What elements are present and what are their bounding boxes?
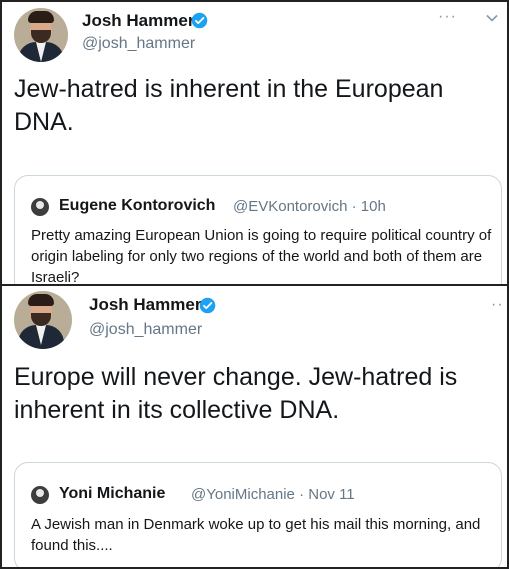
quoted-meta: @YoniMichanie · Nov 11 — [191, 486, 355, 503]
author-name[interactable]: Josh Hammer — [89, 295, 201, 315]
quoted-text: A Jewish man in Denmark woke up to get h… — [31, 516, 481, 554]
tweet-screenshot-2: Josh Hammer @josh_hammer ·· Europe will … — [0, 284, 509, 569]
quoted-tweet[interactable]: Eugene Kontorovich @EVKontorovich · 10h … — [14, 175, 502, 284]
author-handle[interactable]: @josh_hammer — [82, 35, 195, 53]
avatar[interactable] — [14, 8, 68, 62]
quoted-avatar — [31, 198, 49, 216]
quoted-author-name: Eugene Kontorovich — [59, 197, 216, 214]
quoted-avatar — [31, 486, 49, 504]
quoted-author-name: Yoni Michanie — [59, 485, 166, 502]
verified-badge-icon — [191, 12, 208, 29]
verified-badge-icon — [199, 297, 216, 314]
tweet-text: Jew-hatred is inherent in the European D… — [14, 75, 444, 136]
tweet-text: Europe will never change. Jew-hatred is … — [14, 363, 458, 424]
avatar[interactable] — [14, 291, 72, 349]
author-handle[interactable]: @josh_hammer — [89, 321, 202, 339]
more-options-icon[interactable]: ··· — [438, 8, 457, 26]
quoted-tweet[interactable]: Yoni Michanie @YoniMichanie · Nov 11 A J… — [14, 462, 502, 567]
quoted-text: Pretty amazing European Union is going t… — [31, 227, 492, 284]
quoted-meta: @EVKontorovich · 10h — [233, 198, 386, 215]
tweet-screenshot-1: Josh Hammer @josh_hammer ··· Jew-hatred … — [0, 0, 509, 284]
chevron-down-icon[interactable] — [485, 11, 499, 25]
author-name[interactable]: Josh Hammer — [82, 11, 194, 31]
more-options-icon[interactable]: ·· — [491, 296, 504, 314]
